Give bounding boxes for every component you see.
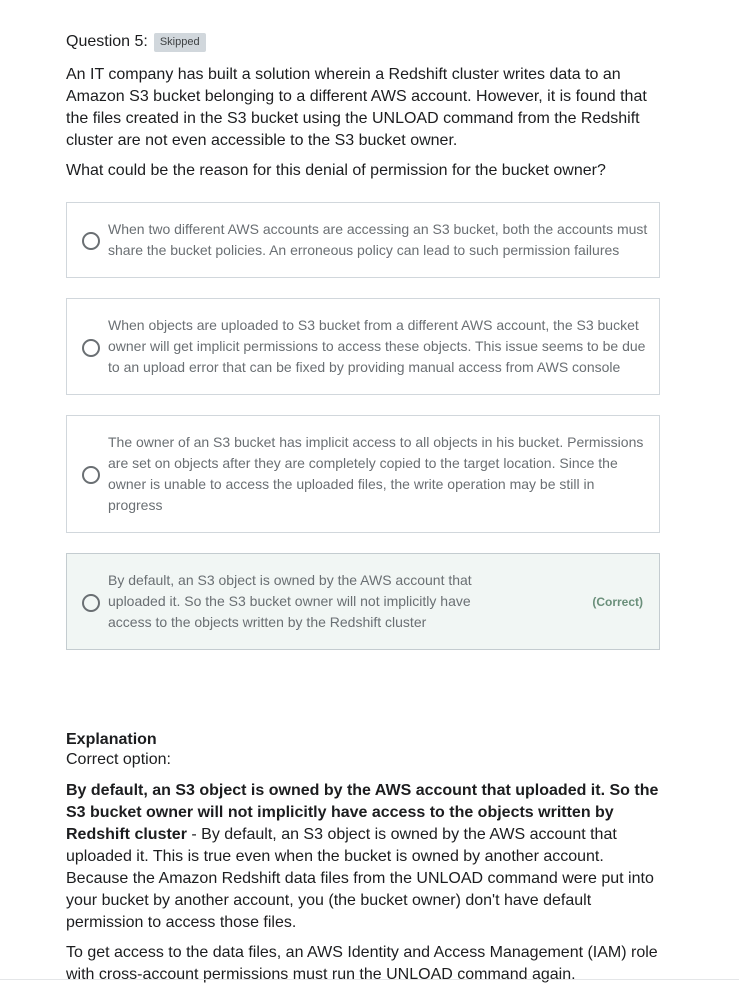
answer-option-1[interactable]: When two different AWS accounts are acce… bbox=[66, 202, 660, 278]
explanation-body: By default, an S3 object is owned by the… bbox=[66, 780, 660, 934]
question-container: Question 5: Skipped An IT company has bu… bbox=[66, 30, 660, 670]
explanation-section: Explanation Correct option: By default, … bbox=[66, 730, 660, 986]
radio-icon[interactable] bbox=[82, 338, 100, 357]
answer-option-4[interactable]: By default, an S3 object is owned by the… bbox=[66, 553, 660, 650]
answer-option-text: The owner of an S3 bucket has implicit a… bbox=[108, 434, 644, 513]
answer-option-text: By default, an S3 object is owned by the… bbox=[108, 572, 472, 630]
answer-option-text: When objects are uploaded to S3 bucket f… bbox=[108, 317, 646, 375]
explanation-subtitle: Correct option: bbox=[66, 751, 171, 768]
explanation-title: Explanation bbox=[66, 731, 157, 748]
answer-option-2[interactable]: When objects are uploaded to S3 bucket f… bbox=[66, 298, 660, 395]
answer-option-text: When two different AWS accounts are acce… bbox=[108, 221, 648, 258]
question-text: An IT company has built a solution where… bbox=[66, 66, 647, 149]
correct-label: (Correct) bbox=[592, 594, 643, 609]
radio-icon[interactable] bbox=[82, 232, 100, 250]
question-header: Question 5: Skipped bbox=[66, 30, 660, 54]
answer-option-3[interactable]: The owner of an S3 bucket has implicit a… bbox=[66, 415, 660, 533]
divider bbox=[0, 979, 739, 980]
status-badge: Skipped bbox=[153, 32, 206, 52]
question-label: Question 5: bbox=[66, 33, 148, 50]
radio-icon[interactable] bbox=[82, 593, 100, 612]
question-prompt: What could be the reason for this denial… bbox=[66, 162, 606, 179]
answer-options: When two different AWS accounts are acce… bbox=[66, 202, 660, 650]
radio-icon[interactable] bbox=[82, 466, 100, 484]
